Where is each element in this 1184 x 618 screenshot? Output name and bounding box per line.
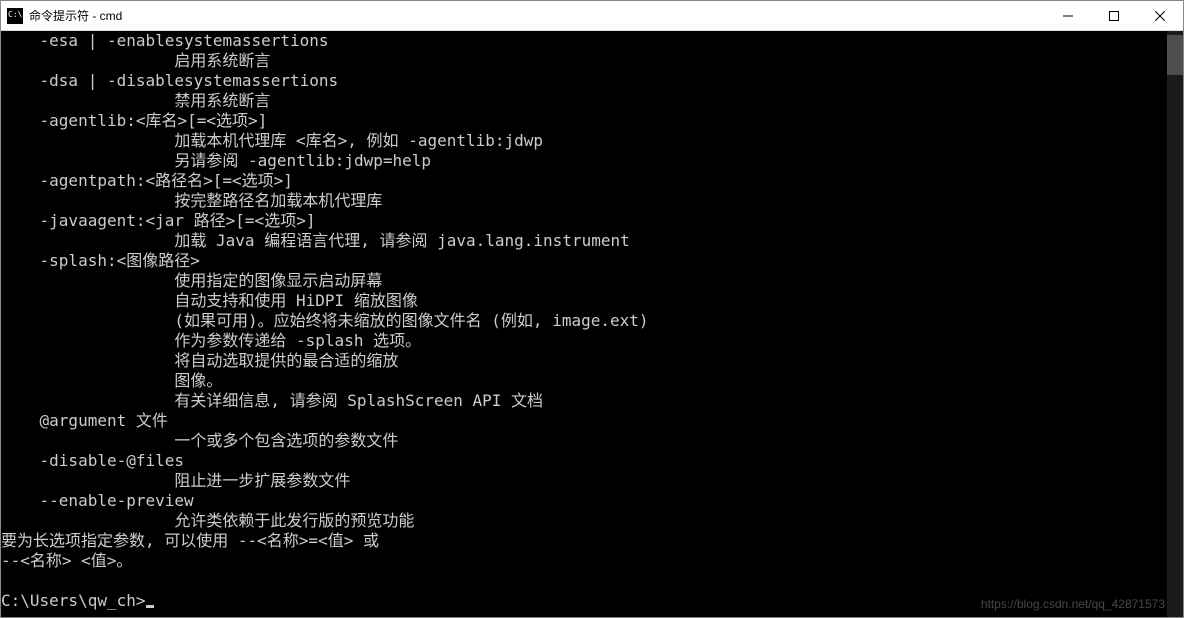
window-controls — [1045, 1, 1183, 31]
scrollbar[interactable] — [1167, 31, 1183, 617]
cursor — [146, 605, 154, 608]
minimize-button[interactable] — [1045, 1, 1091, 31]
watermark-text: https://blog.csdn.net/qq_42871573 — [981, 597, 1165, 611]
scrollbar-thumb[interactable] — [1167, 35, 1183, 75]
maximize-button[interactable] — [1091, 1, 1137, 31]
cmd-icon — [7, 8, 23, 24]
prompt-line[interactable]: C:\Users\qw_ch> — [1, 591, 146, 610]
titlebar: 命令提示符 - cmd — [1, 1, 1183, 31]
close-button[interactable] — [1137, 1, 1183, 31]
command-prompt-window: 命令提示符 - cmd -esa | -enablesystemassertio… — [0, 0, 1184, 618]
terminal-area: -esa | -enablesystemassertions 启用系统断言 -d… — [1, 31, 1183, 617]
terminal-output[interactable]: -esa | -enablesystemassertions 启用系统断言 -d… — [1, 31, 1167, 617]
window-title: 命令提示符 - cmd — [29, 7, 1045, 24]
